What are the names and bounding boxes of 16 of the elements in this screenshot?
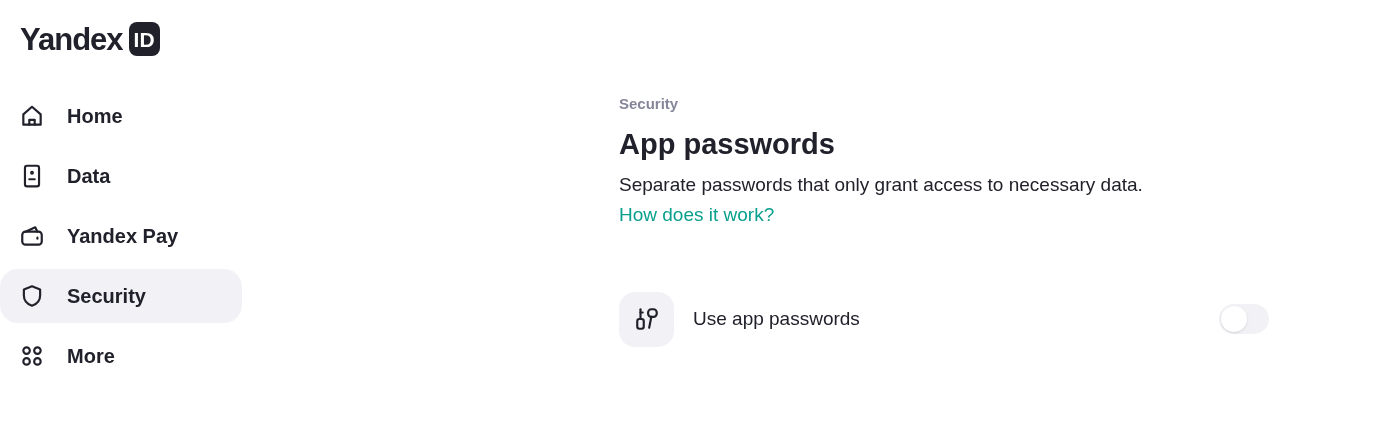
logo-badge: ID	[128, 22, 160, 56]
logo-text: Yandex	[20, 23, 123, 55]
setting-label: Use app passwords	[693, 307, 861, 331]
sidebar-item[interactable]: Data	[0, 149, 242, 203]
home-icon	[19, 103, 45, 129]
keys-icon	[619, 291, 674, 347]
description: Separate passwords that only grant access to necessary data. How does it work?	[619, 172, 1144, 227]
sidebar-item[interactable]: More	[0, 329, 242, 383]
breadcrumb: Security	[619, 94, 680, 114]
toggle-switch[interactable]	[1219, 304, 1269, 335]
sidebar-item[interactable]: Home	[0, 89, 242, 143]
grid-icon	[19, 343, 45, 369]
page-title: App passwords	[619, 126, 836, 162]
sidebar-item[interactable]: Yandex Pay	[0, 209, 242, 263]
sidebar-item[interactable]: Security	[0, 269, 242, 323]
wallet-icon	[19, 223, 45, 249]
